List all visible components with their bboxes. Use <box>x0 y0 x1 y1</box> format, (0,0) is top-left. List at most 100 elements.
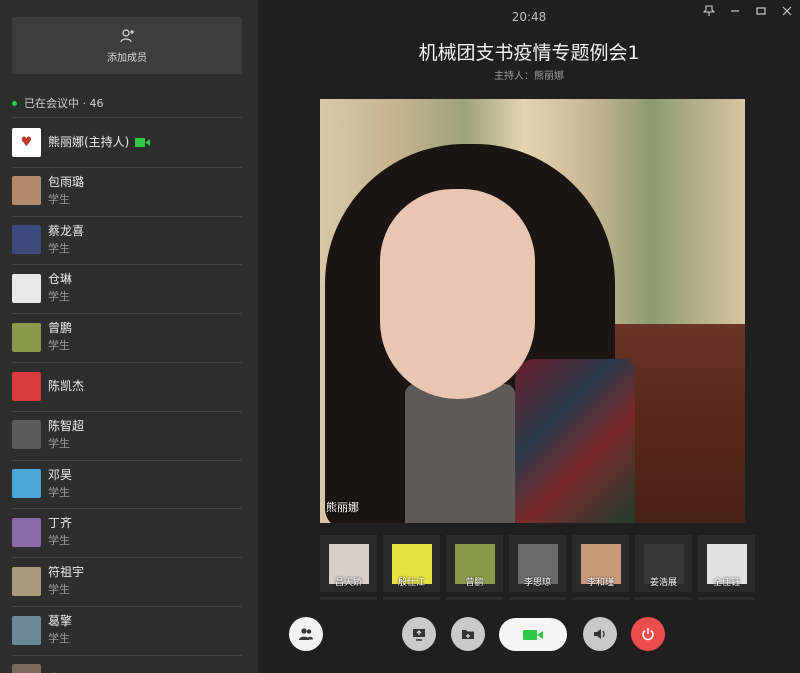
pin-button[interactable] <box>696 0 722 22</box>
member-avatar <box>12 322 41 352</box>
thumbnail-placeholder <box>698 597 755 600</box>
member-name: 邓昊 <box>48 467 73 482</box>
member-item[interactable]: 仓琳 学生 <box>12 264 242 312</box>
participant-thumbnail[interactable]: 仝佳钰 <box>698 535 755 592</box>
member-role: 学生 <box>48 241 70 255</box>
thumbnail-placeholder <box>635 597 692 600</box>
video-person-face <box>380 189 535 399</box>
participant-thumbnail[interactable]: 李思琼 <box>509 535 566 592</box>
maximize-button[interactable] <box>748 0 774 22</box>
participant-thumbnail-name: 曾鹏 <box>465 578 484 588</box>
video-person-scarf <box>515 359 635 523</box>
participant-thumbnail[interactable]: 曾鹏 <box>446 535 503 592</box>
participant-thumbnail-name: 李和瑾 <box>586 578 614 588</box>
host-label: 主持人：熊丽娜 <box>494 71 564 82</box>
member-item[interactable]: 龚一凡 <box>12 655 242 673</box>
member-name: 陈凯杰 <box>48 379 85 393</box>
member-info: 陈智超 学生 <box>48 418 84 452</box>
member-name: 熊丽娜(主持人) <box>48 135 130 149</box>
share-screen-icon <box>413 629 425 641</box>
participant-thumbnail[interactable]: 李和瑾 <box>572 535 629 592</box>
member-item[interactable]: 曾鹏 学生 <box>12 313 242 361</box>
participant-thumbnail[interactable]: 昌天娇 <box>320 535 377 592</box>
member-item[interactable]: 陈凯杰 <box>12 362 242 410</box>
meeting-controls <box>258 617 800 653</box>
member-name: 仓琳 <box>48 272 73 287</box>
video-speaker-name: 熊丽娜 <box>326 501 359 514</box>
camera-on-icon <box>135 133 151 152</box>
participant-thumbnail[interactable]: 殷仕江 <box>383 535 440 592</box>
add-members-label: 添加成员 <box>107 52 147 64</box>
close-icon <box>782 6 792 16</box>
member-info: 仓琳 学生 <box>48 271 72 305</box>
share-file-button[interactable] <box>451 617 485 651</box>
member-item[interactable]: 葛擎 学生 <box>12 606 242 654</box>
video-person-sweater <box>405 384 515 523</box>
add-user-icon <box>120 28 134 42</box>
member-item[interactable]: ♥ 熊丽娜(主持人) <box>12 118 242 166</box>
member-item[interactable]: 符祖宇 学生 <box>12 557 242 605</box>
member-name: 曾鹏 <box>48 321 73 336</box>
participant-thumbnail-name: 李思琼 <box>523 578 551 588</box>
member-name: 蔡龙喜 <box>48 223 85 238</box>
folder-icon <box>462 630 474 639</box>
member-role: 学生 <box>48 290 70 304</box>
thumbnail-placeholder <box>509 597 566 600</box>
maximize-icon <box>756 7 766 15</box>
member-role: 学生 <box>48 632 70 645</box>
member-item[interactable]: 包雨璐 学生 <box>12 167 242 215</box>
member-name: 葛擎 <box>48 614 73 628</box>
member-avatar <box>12 176 41 206</box>
speaker-icon <box>594 629 605 639</box>
member-avatar: ♥ <box>12 127 41 157</box>
member-sidebar: 添加成员 已在会议中 · 46 ♥ 熊丽娜(主持人) 包雨璐 学生 蔡龙喜 学生 仓琳 学生曾… <box>0 0 258 673</box>
participant-thumbnail-name: 姜浩展 <box>649 578 677 588</box>
member-name: 丁齐 <box>48 516 73 531</box>
in-meeting-count: 已在会议中 · 46 <box>12 95 104 111</box>
member-avatar <box>12 371 41 401</box>
member-item[interactable]: 蔡龙喜 学生 <box>12 216 242 264</box>
power-icon <box>642 628 654 641</box>
thumbnail-placeholder <box>320 597 377 600</box>
participant-thumbnail-name: 昌天娇 <box>334 578 362 588</box>
close-button[interactable] <box>774 0 800 22</box>
members-button[interactable] <box>289 617 323 651</box>
minimize-button[interactable] <box>722 0 748 22</box>
participant-thumbnails: 昌天娇 殷仕江 曾鹏 李思琼 李和瑾 姜浩展 仝佳钰 <box>320 535 761 592</box>
member-role: 学生 <box>48 583 70 597</box>
member-info: 蔡龙喜 学生 <box>48 223 84 257</box>
share-screen-button[interactable] <box>402 617 436 651</box>
member-name: 包雨璐 <box>48 174 85 189</box>
member-name: 符祖宇 <box>48 565 85 580</box>
meeting-main: 20:48 机械团支书疫情专题例会1 主持人：熊丽娜 熊丽娜 昌天娇 殷仕江 曾鹏李… <box>258 0 800 673</box>
main-video[interactable]: 熊丽娜 <box>320 99 745 523</box>
member-info: 陈凯杰 <box>48 378 84 394</box>
member-info: 符祖宇 学生 <box>48 564 84 598</box>
member-avatar <box>12 566 41 596</box>
member-item[interactable]: 丁齐 学生 <box>12 508 242 556</box>
pin-icon <box>703 5 715 16</box>
minimize-icon <box>731 10 739 12</box>
member-avatar <box>12 273 41 303</box>
thumbnail-placeholder <box>572 597 629 600</box>
member-item[interactable]: 邓昊 学生 <box>12 460 242 508</box>
thumbnail-placeholder <box>383 597 440 600</box>
camera-icon <box>523 629 543 640</box>
window-controls <box>696 0 800 22</box>
hang-up-button[interactable] <box>631 617 665 651</box>
member-name: 陈智超 <box>48 418 85 433</box>
add-members-button[interactable]: 添加成员 <box>12 17 242 74</box>
member-avatar <box>12 615 41 645</box>
camera-toggle-button[interactable] <box>499 618 567 651</box>
member-role: 学生 <box>48 534 70 548</box>
member-avatar <box>12 664 41 673</box>
participant-thumbnail[interactable]: 姜浩展 <box>635 535 692 592</box>
member-avatar <box>12 420 41 450</box>
members-icon <box>299 628 313 640</box>
member-role: 学生 <box>48 339 70 353</box>
member-info: 包雨璐 学生 <box>48 174 84 208</box>
member-role: 学生 <box>48 436 70 450</box>
speaker-button[interactable] <box>583 617 617 651</box>
member-info: 邓昊 学生 <box>48 467 72 501</box>
member-item[interactable]: 陈智超 学生 <box>12 411 242 459</box>
